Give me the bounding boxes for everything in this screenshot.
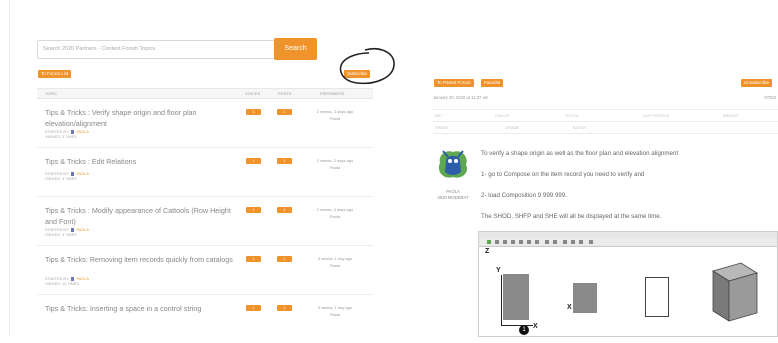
forum-search-input[interactable]: Search 2020 Partners - Content Forum Top… <box>37 40 282 59</box>
unsubscribe-button[interactable]: Unsubscribe <box>741 79 773 87</box>
voices-count-badge: 1 <box>246 109 261 115</box>
hand-drawn-circle-annotation <box>339 48 395 85</box>
posts-count-badge: 1 <box>277 305 292 311</box>
topic-row: Tips & Tricks: Removing item records qui… <box>37 246 373 295</box>
topics-table: Topic Voices Posts Freshness Tips & Tric… <box>37 88 373 343</box>
post-body-line: The SHOD, SHFP and SHE will all be displ… <box>481 213 662 220</box>
page-left-rule <box>9 0 10 337</box>
header-posts: Posts <box>278 91 292 96</box>
axis-label: X <box>533 323 538 330</box>
to-parent-forum-button[interactable]: To Parent Forum <box>434 79 474 87</box>
freshness-time-link[interactable]: 2 weeks, 3 days ago <box>302 206 368 213</box>
subscribe-button[interactable]: Subscribe <box>344 70 371 78</box>
freshness-time-link[interactable]: 3 weeks, 1 day ago <box>302 255 368 262</box>
step-marker: 1 <box>519 325 529 335</box>
topics-table-header: Topic Voices Posts Freshness <box>37 88 373 99</box>
topic-view-count: Viewed: 3 times <box>45 233 77 237</box>
topic-row: Tips & Tricks : Edit Relations Started b… <box>37 148 373 197</box>
favorite-button[interactable]: Favorite <box>481 79 504 87</box>
started-by-label: Started by: <box>45 277 70 281</box>
field-label: Key <box>435 113 444 118</box>
author-avatar <box>71 130 75 134</box>
author-avatar <box>71 172 75 176</box>
axis-label: X <box>567 304 572 311</box>
post-body-line: 2- load Composition 9 999 999. <box>481 192 567 199</box>
post-permalink[interactable]: #7003 <box>764 95 776 100</box>
voices-count-badge: 1 <box>246 305 261 311</box>
voices-count-badge: 1 <box>246 207 261 213</box>
freshness-time-link[interactable]: 3 weeks, 1 day ago <box>302 304 368 311</box>
fields-row: Finish Grade Batch <box>433 122 778 134</box>
post-body-line: To verify a shape origin as well as the … <box>481 150 679 157</box>
author-link[interactable]: Paola <box>76 172 88 176</box>
started-by-label: Started by: <box>45 130 70 134</box>
header-freshness: Freshness <box>320 91 345 96</box>
freshness-author: Paola <box>329 263 341 268</box>
started-by-label: Started by: <box>45 172 70 176</box>
author-link[interactable]: Paola <box>76 277 88 281</box>
cad-toolbar <box>479 238 777 247</box>
freshness-cell: 2 weeks, 3 days ago Paola <box>302 157 368 171</box>
topic-view-count: Viewed: 10 times <box>45 282 79 286</box>
cad-pane-plan: Y X <box>479 247 554 336</box>
topic-row: Tips & Tricks : Modify appearance of Cat… <box>37 197 373 246</box>
topic-title-link[interactable]: Tips & Tricks: Inserting a space in a co… <box>45 304 239 315</box>
author-avatar-image <box>434 145 472 183</box>
item-fields-table: Key Color Stock Cut Profile Weight Finis… <box>433 109 778 134</box>
freshness-author: Paola <box>329 312 341 317</box>
voices-count-badge: 1 <box>246 256 261 262</box>
cad-pane-side <box>625 247 696 336</box>
field-label: Batch <box>573 125 587 130</box>
topic-title-link[interactable]: Tips & Tricks : Modify appearance of Cat… <box>45 206 239 227</box>
search-button[interactable]: Search <box>274 38 317 60</box>
topic-row: Tips & Tricks : Verify shape origin and … <box>37 99 373 148</box>
author-link[interactable]: Paola <box>76 228 88 232</box>
topic-title-link[interactable]: Tips & Tricks : Edit Relations <box>45 157 239 168</box>
axis-label: Z <box>485 248 490 255</box>
started-by-label: Started by: <box>45 228 70 232</box>
post-date: January 20, 2016 at 11:37 am <box>433 95 489 100</box>
topic-title-link[interactable]: Tips & Tricks : Verify shape origin and … <box>45 108 239 129</box>
freshness-time-link[interactable]: 2 weeks, 3 days ago <box>302 108 368 115</box>
posts-count-badge: 1 <box>277 256 292 262</box>
header-voices: Voices <box>245 91 261 96</box>
fields-row: Key Color Stock Cut Profile Weight <box>433 110 778 122</box>
author-avatar <box>71 228 75 232</box>
topic-row: Tips & Tricks: Inserting a space in a co… <box>37 295 373 343</box>
topic-view-count: Viewed: 3 times <box>45 177 77 181</box>
freshness-author: Paola <box>329 214 341 219</box>
freshness-cell: 2 weeks, 3 days ago Paola <box>302 206 368 220</box>
freshness-author: Paola <box>329 116 341 121</box>
field-label: Cut Profile <box>643 113 670 118</box>
cad-screenshot-image: Y X Z X 1 <box>478 231 778 337</box>
cad-pane-front <box>553 247 626 336</box>
freshness-time-link[interactable]: 2 weeks, 3 days ago <box>302 157 368 164</box>
author-link[interactable]: Paola <box>76 130 88 134</box>
field-label: Stock <box>565 113 579 118</box>
field-label: Finish <box>435 125 449 130</box>
header-topic: Topic <box>45 91 58 96</box>
voices-count-badge: 1 <box>246 158 261 164</box>
freshness-cell: 3 weeks, 1 day ago Paola <box>302 255 368 269</box>
freshness-cell: 2 weeks, 3 days ago Paola <box>302 108 368 122</box>
field-label: Grade <box>505 125 520 130</box>
posts-count-badge: 1 <box>277 207 292 213</box>
post-author-name: Paola 2020 Moderat <box>428 189 478 201</box>
topic-title-link[interactable]: Tips & Tricks: Removing item records qui… <box>45 255 239 266</box>
freshness-author: Paola <box>329 165 341 170</box>
field-label: Color <box>495 113 510 118</box>
author-avatar <box>71 277 75 281</box>
freshness-cell: 3 weeks, 1 day ago Paola <box>302 304 368 318</box>
axis-label: Y <box>496 267 501 274</box>
field-label: Weight <box>723 113 739 118</box>
cad-pane-3d <box>695 247 777 336</box>
to-forum-list-button[interactable]: To Forum List <box>38 70 72 78</box>
posts-count-badge: 1 <box>277 109 292 115</box>
posts-count-badge: 1 <box>277 158 292 164</box>
post-author-role: 2020 Moderat <box>437 195 469 200</box>
topic-view-count: Viewed: 3 times <box>45 135 77 139</box>
post-body-line: 1- go to Compose on the item record you … <box>481 171 645 178</box>
